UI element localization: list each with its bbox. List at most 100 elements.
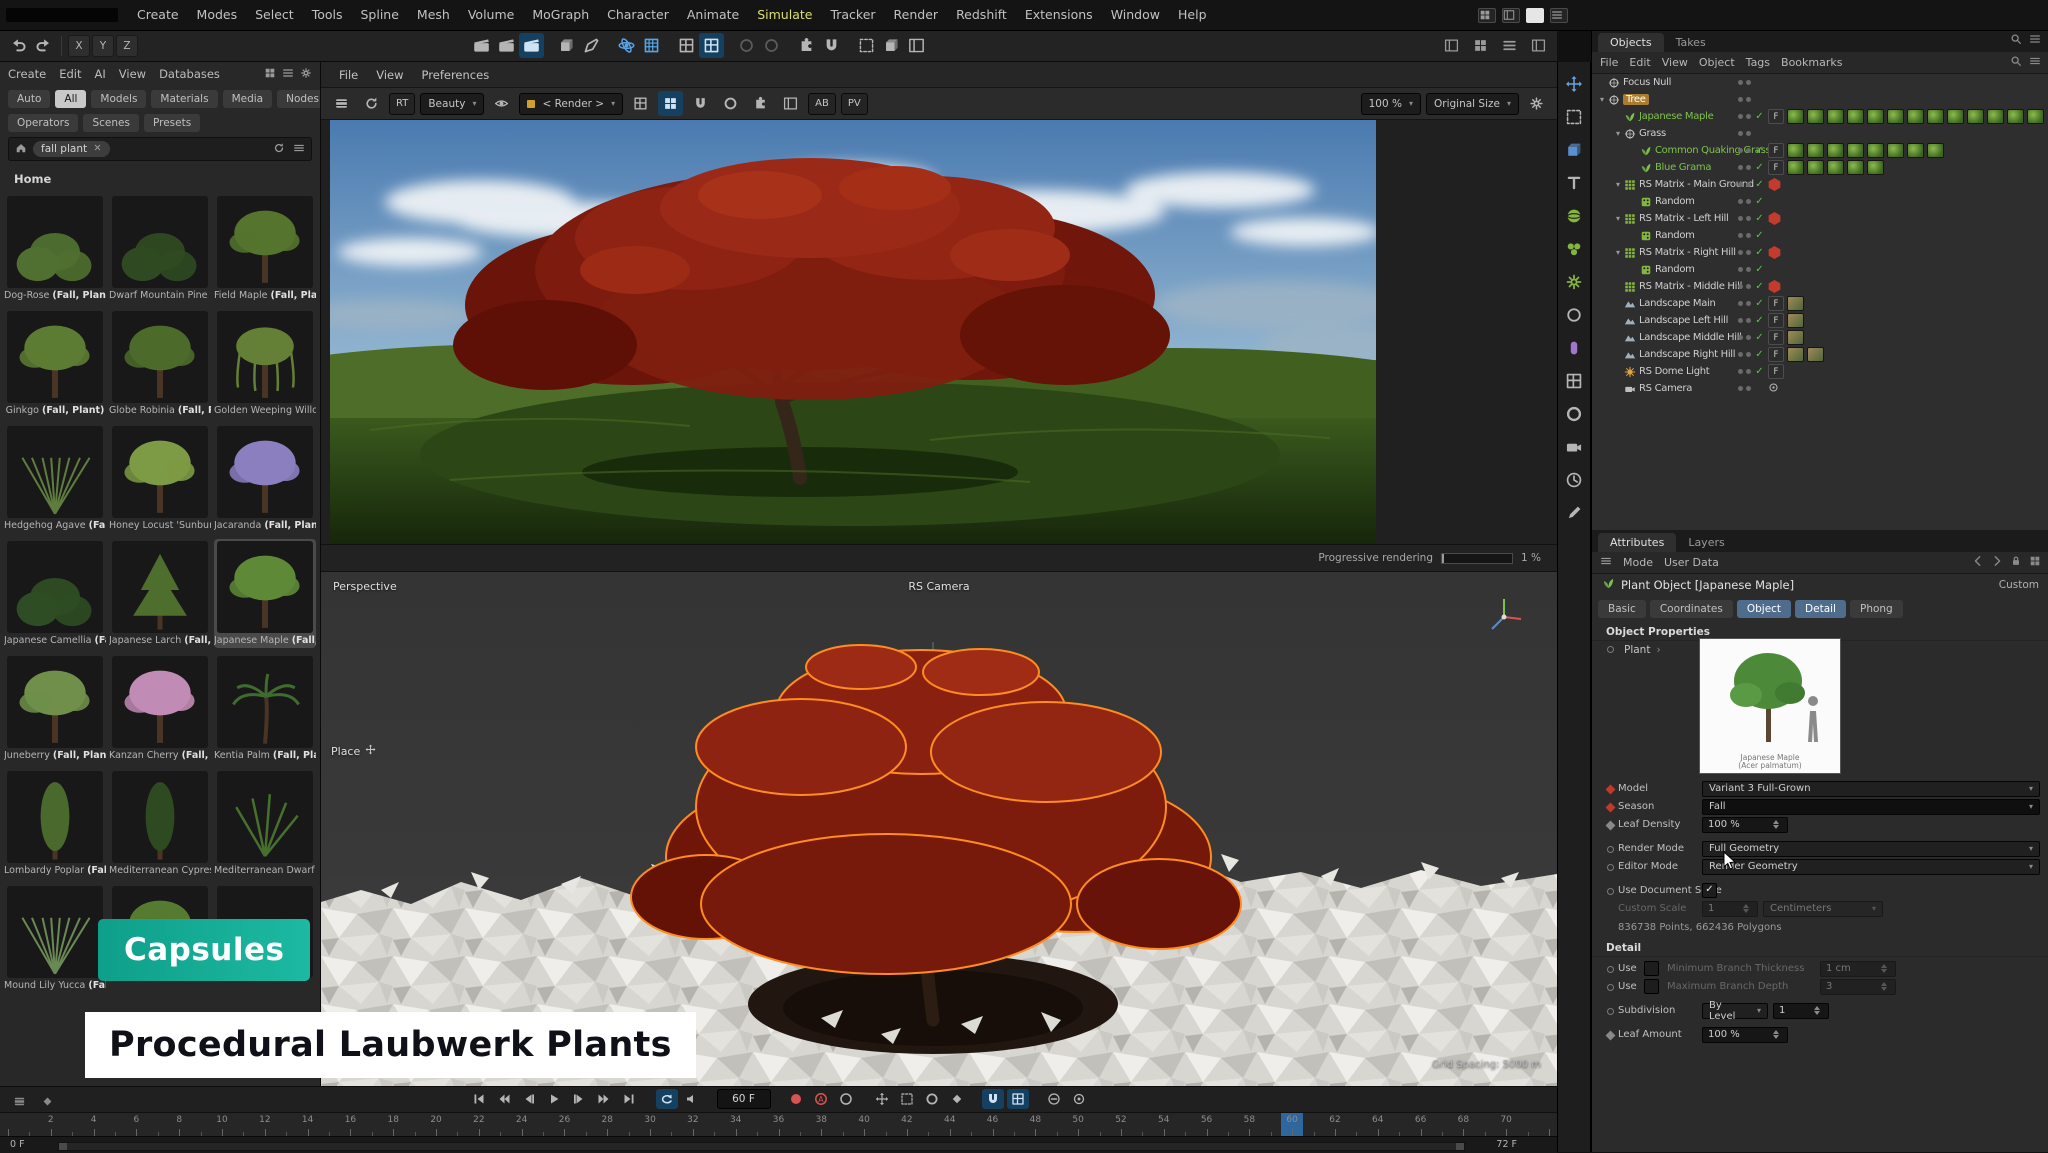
visibility-dot-render[interactable] <box>1746 284 1751 289</box>
enable-check-icon[interactable]: ✓ <box>1754 315 1765 326</box>
menu-tracker[interactable]: Tracker <box>821 0 884 30</box>
search-icon[interactable] <box>2010 55 2022 70</box>
listview-icon[interactable] <box>1497 33 1522 58</box>
renderview-menu-view[interactable]: View <box>368 62 411 88</box>
layout-icon[interactable] <box>1439 33 1464 58</box>
go-start-button[interactable] <box>468 1089 490 1109</box>
filter-scenes[interactable]: Scenes <box>83 114 138 132</box>
visibility-dot-editor[interactable] <box>1738 318 1743 323</box>
target-button[interactable] <box>1068 1089 1090 1109</box>
clapper-icon[interactable] <box>519 33 544 58</box>
material-chip[interactable] <box>2007 109 2024 124</box>
value-field[interactable]: 3 <box>1820 979 1896 995</box>
object-row[interactable]: ▾RS Matrix - Main Ground✓ <box>1592 176 2048 193</box>
visibility-dot-editor[interactable] <box>1738 182 1743 187</box>
ring-icon[interactable] <box>1562 402 1586 426</box>
material-chip[interactable] <box>1787 160 1804 175</box>
visibility-dot-render[interactable] <box>1746 250 1751 255</box>
disc-icon[interactable] <box>1562 303 1586 327</box>
cube-icon[interactable] <box>554 33 579 58</box>
cluster-icon[interactable] <box>1562 237 1586 261</box>
enable-check-icon[interactable]: ✓ <box>1754 298 1765 309</box>
ab-compare-button[interactable]: AB <box>808 93 836 115</box>
value-field[interactable]: 100 % <box>1702 1027 1788 1043</box>
object-row[interactable]: Random✓ <box>1592 193 2048 210</box>
object-row[interactable]: Landscape Main✓F <box>1592 295 2048 312</box>
redshift-material-chip[interactable] <box>1768 178 1781 191</box>
tab-attributes[interactable]: Attributes <box>1598 533 1676 552</box>
enable-check-icon[interactable]: ✓ <box>1754 349 1765 360</box>
pen-icon[interactable] <box>1562 501 1586 525</box>
value-field[interactable]: 1 cm <box>1820 961 1896 977</box>
enable-check-icon[interactable]: ✓ <box>1754 213 1765 224</box>
eye-icon[interactable] <box>489 91 514 116</box>
tag-chip-f[interactable]: F <box>1768 109 1784 124</box>
gridview-icon[interactable] <box>1468 33 1493 58</box>
menu-icon[interactable] <box>2029 55 2041 70</box>
attr-tab-basic[interactable]: Basic <box>1598 600 1646 618</box>
enable-check-icon[interactable]: ✓ <box>1754 196 1765 207</box>
tag-chip-f[interactable]: F <box>1768 313 1784 328</box>
asset-item[interactable]: Kentia Palm (Fall, Plant) <box>214 654 316 763</box>
timeline-ruler[interactable]: 2468101214161820222426283032343638404244… <box>0 1112 1557 1137</box>
asset-item[interactable]: Golden Weeping Willo... <box>214 309 316 418</box>
visibility-dot-editor[interactable] <box>1738 284 1743 289</box>
enable-check-icon[interactable]: ✓ <box>1754 264 1765 275</box>
value-field[interactable]: 1 <box>1773 1003 1829 1019</box>
asset-item[interactable]: Globe Robinia (Fall, Pl... <box>109 309 211 418</box>
material-chip[interactable] <box>1987 109 2004 124</box>
material-chip[interactable] <box>1907 109 1924 124</box>
material-chip[interactable] <box>1827 143 1844 158</box>
renderview-menu-preferences[interactable]: Preferences <box>414 62 498 88</box>
deform-grid-icon[interactable] <box>1562 369 1586 393</box>
material-chip[interactable] <box>1947 109 1964 124</box>
asset-menu-databases[interactable]: Databases <box>159 67 220 81</box>
asset-menu-view[interactable]: View <box>119 67 146 81</box>
material-chip[interactable] <box>1787 143 1804 158</box>
enable-check-icon[interactable]: ✓ <box>1754 179 1765 190</box>
asset-item[interactable]: Hedgehog Agave (Fall... <box>4 424 106 533</box>
texture-chip[interactable] <box>1787 330 1804 345</box>
zoom-dropdown[interactable]: 100 %▾ <box>1361 93 1421 115</box>
object-row[interactable]: ▾Grass <box>1592 125 2048 142</box>
material-chip[interactable] <box>1907 143 1924 158</box>
redshift-material-chip[interactable] <box>1768 212 1781 225</box>
object-row[interactable]: ▾Tree <box>1592 91 2048 108</box>
asset-item[interactable]: Japanese Camellia (Fal... <box>4 539 106 648</box>
visibility-dot-render[interactable] <box>1746 80 1751 85</box>
asset-menu-ai[interactable]: AI <box>95 67 106 81</box>
dropdown[interactable]: Centimeters▾ <box>1763 901 1883 917</box>
material-chip[interactable] <box>2027 109 2044 124</box>
go-end-button[interactable] <box>618 1089 640 1109</box>
material-chip[interactable] <box>1827 160 1844 175</box>
visibility-dot-render[interactable] <box>1746 352 1751 357</box>
visibility-dot-editor[interactable] <box>1738 386 1743 391</box>
object-row[interactable]: Japanese Maple✓F <box>1592 108 2048 125</box>
menu-animate[interactable]: Animate <box>678 0 748 30</box>
visibility-dot-render[interactable] <box>1746 233 1751 238</box>
grid-icon[interactable] <box>674 33 699 58</box>
dimcircle-icon[interactable] <box>734 33 759 58</box>
visibility-dot-editor[interactable] <box>1738 199 1743 204</box>
layout-icon[interactable] <box>1526 33 1551 58</box>
dropdown[interactable]: Full Geometry▾ <box>1702 841 2040 857</box>
visibility-dot-render[interactable] <box>1746 131 1751 136</box>
object-row[interactable]: Blue Grama✓F <box>1592 159 2048 176</box>
marquee-icon[interactable] <box>854 33 879 58</box>
asset-menu-edit[interactable]: Edit <box>59 67 81 81</box>
dropdown[interactable]: Render Geometry▾ <box>1702 859 2040 875</box>
material-chip[interactable] <box>1847 160 1864 175</box>
menu-render[interactable]: Render <box>885 0 948 30</box>
layout-icon[interactable] <box>778 91 803 116</box>
clock-icon[interactable] <box>1562 468 1586 492</box>
play-button[interactable] <box>543 1089 565 1109</box>
visibility-dot-editor[interactable] <box>1738 250 1743 255</box>
viewport-view-label[interactable]: Perspective <box>333 580 397 593</box>
grid-icon[interactable] <box>699 33 724 58</box>
cube-icon[interactable] <box>1562 138 1586 162</box>
tag-chip-f[interactable]: F <box>1768 296 1784 311</box>
visibility-dot-render[interactable] <box>1746 267 1751 272</box>
perspective-viewport[interactable]: Perspective RS Camera Place Grid Spacing… <box>321 572 1557 1086</box>
filter-nodes[interactable]: Nodes <box>277 90 321 108</box>
enable-check-icon[interactable]: ✓ <box>1754 230 1765 241</box>
